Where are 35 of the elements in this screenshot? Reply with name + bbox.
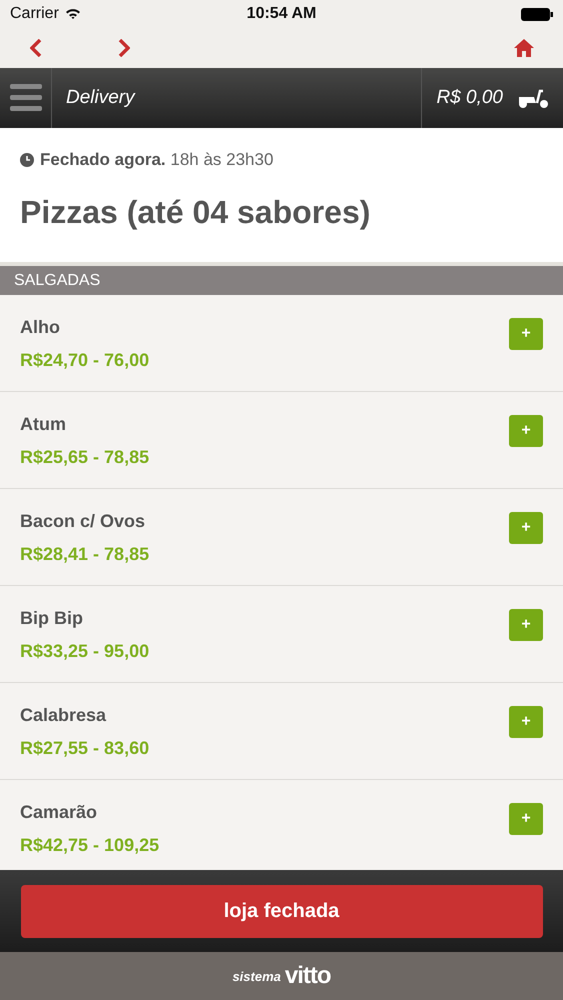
brand-prefix: sistema [232, 968, 281, 984]
item-price: R$24,70 - 76,00 [20, 350, 150, 371]
item-name: Camarão [20, 802, 98, 823]
clock-icon [20, 153, 34, 167]
header-title: Delivery [66, 87, 135, 109]
store-closed-button[interactable]: loja fechada [20, 884, 542, 938]
store-hours-text: Fechado agora. 18h às 23h30 [40, 150, 274, 170]
item-price: R$27,55 - 83,60 [20, 738, 150, 759]
clock-time: 10:54 AM [246, 5, 316, 22]
wifi-icon [64, 8, 81, 20]
item-price: R$25,65 - 78,85 [20, 447, 150, 468]
add-button[interactable]: + [509, 318, 543, 350]
home-icon[interactable] [513, 38, 535, 58]
carrier-label: Carrier [10, 5, 59, 23]
add-button[interactable]: + [509, 512, 543, 544]
item-price: R$42,75 - 109,25 [20, 835, 160, 856]
page-title: Pizzas (até 04 sabores) [20, 194, 372, 231]
scooter-icon [517, 87, 549, 109]
item-name: Alho [20, 317, 61, 338]
add-button[interactable]: + [509, 706, 543, 738]
item-name: Bacon c/ Ovos [20, 511, 146, 532]
category-header: SALGADAS [0, 266, 563, 295]
add-button[interactable]: + [509, 609, 543, 641]
item-price: R$33,25 - 95,00 [20, 641, 150, 662]
add-button[interactable]: + [509, 415, 543, 447]
menu-icon [10, 84, 42, 112]
item-price: R$28,41 - 78,85 [20, 544, 150, 565]
brand-logo: vitto [284, 962, 331, 990]
item-name: Calabresa [20, 705, 108, 726]
back-icon[interactable] [30, 39, 42, 57]
add-button[interactable]: + [509, 803, 543, 835]
item-name: Bip Bip [20, 608, 84, 629]
forward-icon[interactable] [118, 39, 130, 57]
item-name: Atum [20, 414, 67, 435]
battery-icon [521, 8, 553, 20]
